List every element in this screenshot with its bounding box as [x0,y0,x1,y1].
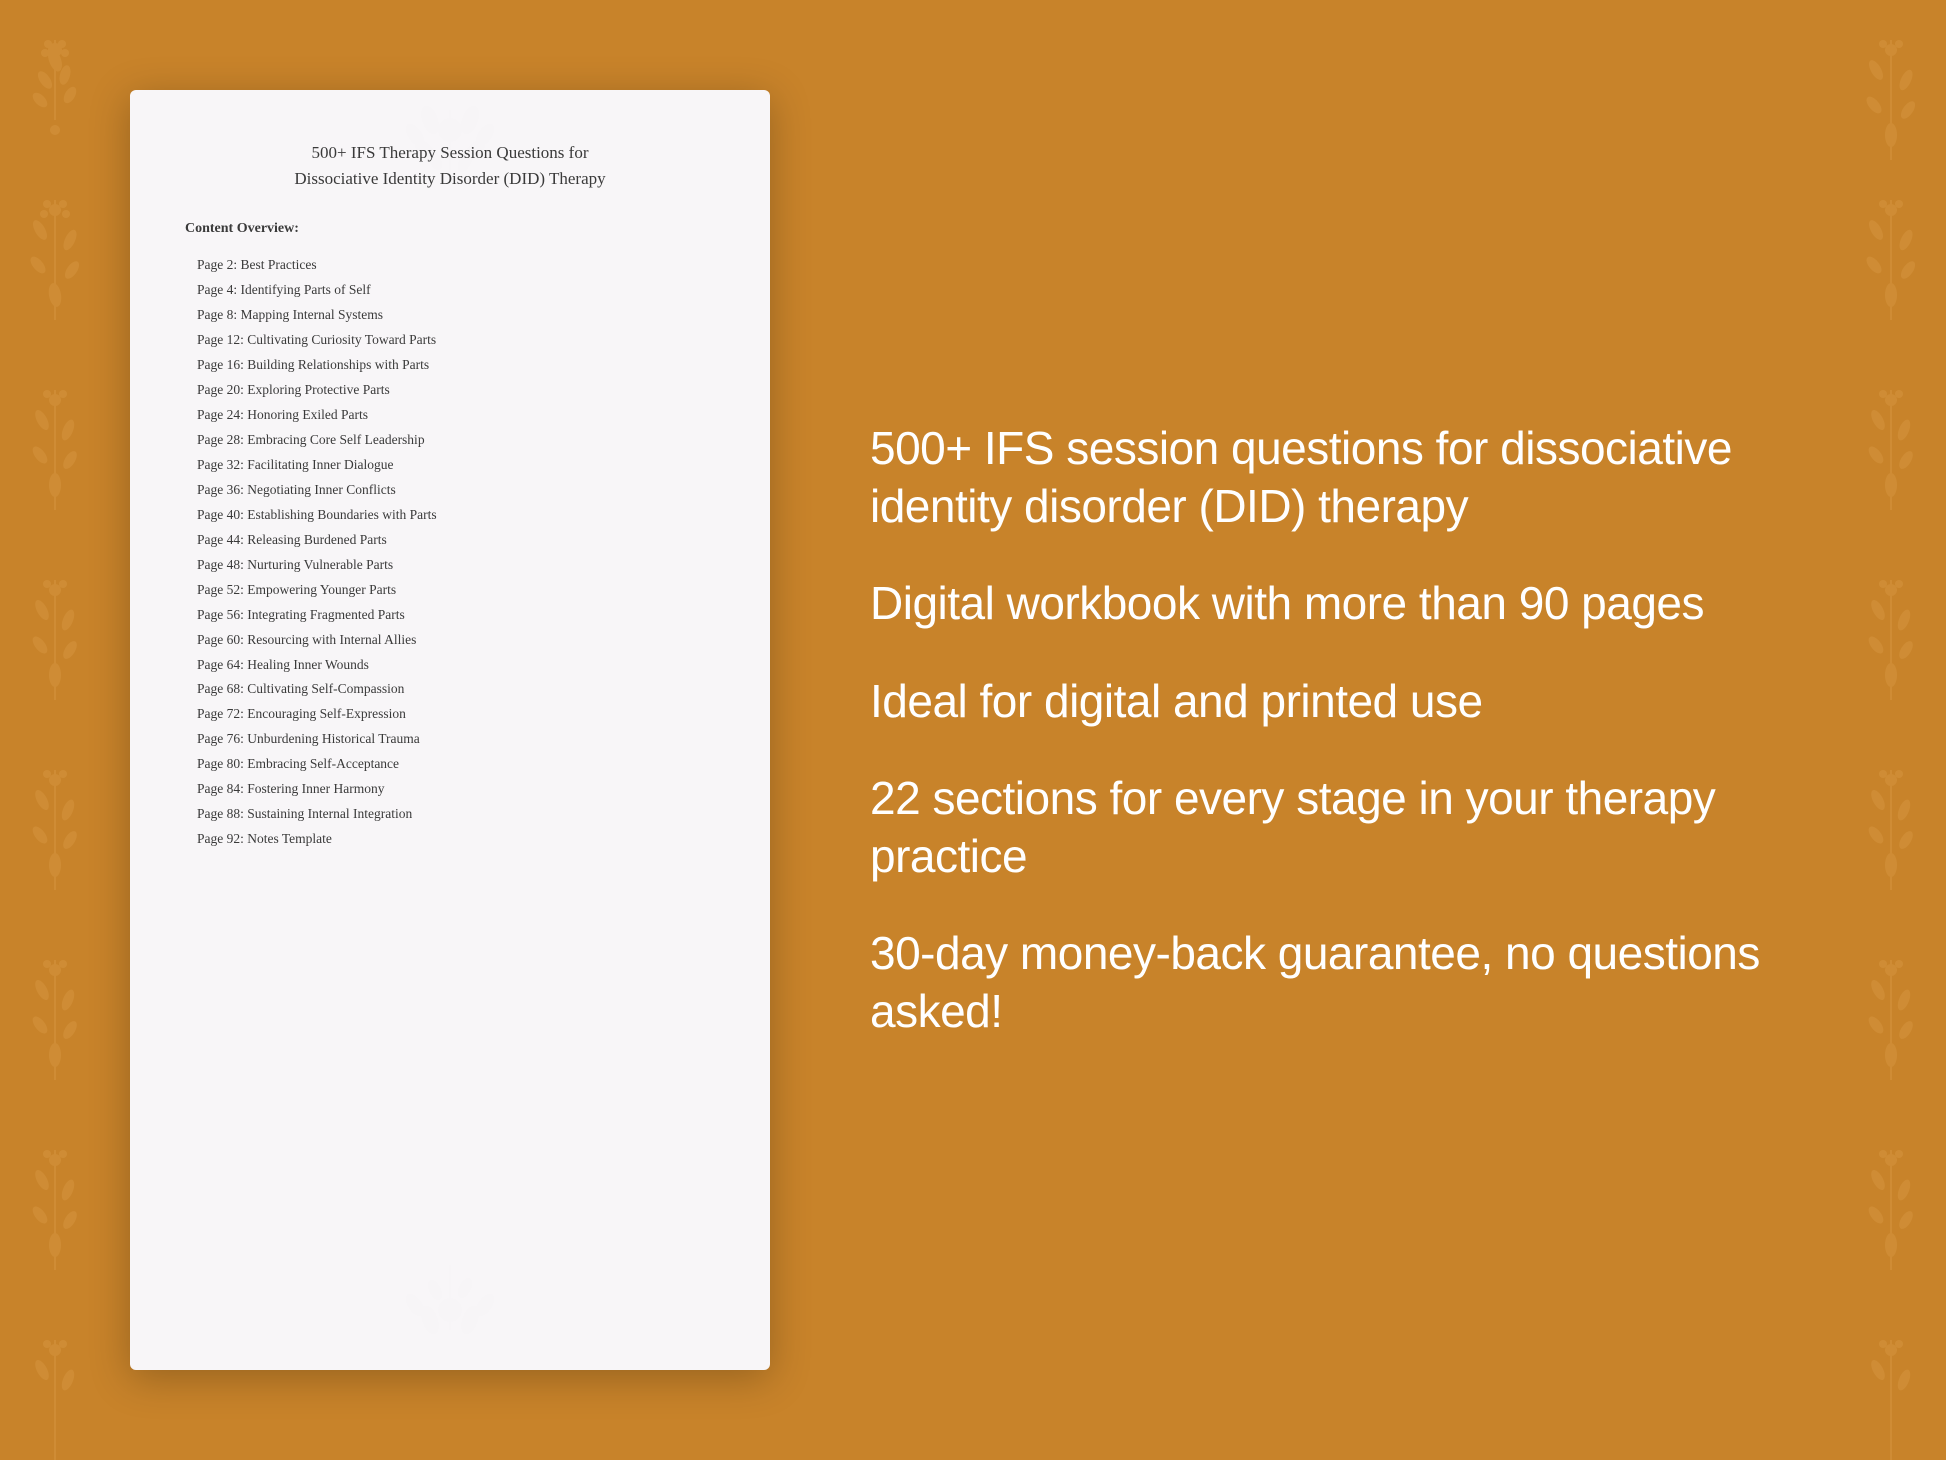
feature-5: 30-day money-back guarantee, no question… [870,925,1776,1040]
toc-item: Page 72: Encouraging Self-Expression [185,702,715,727]
toc-item: Page 36: Negotiating Inner Conflicts [185,478,715,503]
feature-1-text: 500+ IFS session questions for dissociat… [870,420,1776,535]
toc-item: Page 92: Notes Template [185,827,715,852]
toc-item: Page 20: Exploring Protective Parts [185,378,715,403]
toc-item: Page 44: Releasing Burdened Parts [185,528,715,553]
document-title: 500+ IFS Therapy Session Questions for D… [185,140,715,191]
content-overview-label: Content Overview: [185,221,715,237]
toc-item: Page 84: Fostering Inner Harmony [185,777,715,802]
floral-decoration-right [1816,0,1946,1460]
feature-2-text: Digital workbook with more than 90 pages [870,575,1776,633]
toc-item: Page 2: Best Practices [185,253,715,278]
toc-item: Page 16: Building Relationships with Par… [185,353,715,378]
toc-item: Page 24: Honoring Exiled Parts [185,403,715,428]
toc-item: Page 8: Mapping Internal Systems [185,303,715,328]
toc-item: Page 12: Cultivating Curiosity Toward Pa… [185,328,715,353]
toc-item: Page 48: Nurturing Vulnerable Parts [185,553,715,578]
main-content: 500+ IFS Therapy Session Questions for D… [0,0,1946,1460]
feature-3: Ideal for digital and printed use [870,673,1776,731]
features-panel: 500+ IFS session questions for dissociat… [830,390,1816,1070]
feature-5-text: 30-day money-back guarantee, no question… [870,925,1776,1040]
toc-item: Page 76: Unburdening Historical Trauma [185,727,715,752]
table-of-contents: Page 2: Best PracticesPage 4: Identifyin… [185,253,715,852]
toc-item: Page 88: Sustaining Internal Integration [185,802,715,827]
feature-3-text: Ideal for digital and printed use [870,673,1776,731]
toc-item: Page 64: Healing Inner Wounds [185,653,715,678]
toc-item: Page 68: Cultivating Self-Compassion [185,677,715,702]
doc-watermark-bottom [130,1260,770,1360]
toc-item: Page 40: Establishing Boundaries with Pa… [185,503,715,528]
toc-item: Page 80: Embracing Self-Acceptance [185,752,715,777]
feature-4-text: 22 sections for every stage in your ther… [870,770,1776,885]
floral-decoration-left [0,0,130,1460]
feature-1: 500+ IFS session questions for dissociat… [870,420,1776,535]
toc-item: Page 60: Resourcing with Internal Allies [185,628,715,653]
toc-item: Page 56: Integrating Fragmented Parts [185,603,715,628]
document-panel: 500+ IFS Therapy Session Questions for D… [130,90,770,1370]
doc-content: 500+ IFS Therapy Session Questions for D… [185,140,715,852]
toc-item: Page 52: Empowering Younger Parts [185,578,715,603]
toc-item: Page 28: Embracing Core Self Leadership [185,428,715,453]
toc-item: Page 32: Facilitating Inner Dialogue [185,453,715,478]
feature-4: 22 sections for every stage in your ther… [870,770,1776,885]
feature-2: Digital workbook with more than 90 pages [870,575,1776,633]
toc-item: Page 4: Identifying Parts of Self [185,278,715,303]
